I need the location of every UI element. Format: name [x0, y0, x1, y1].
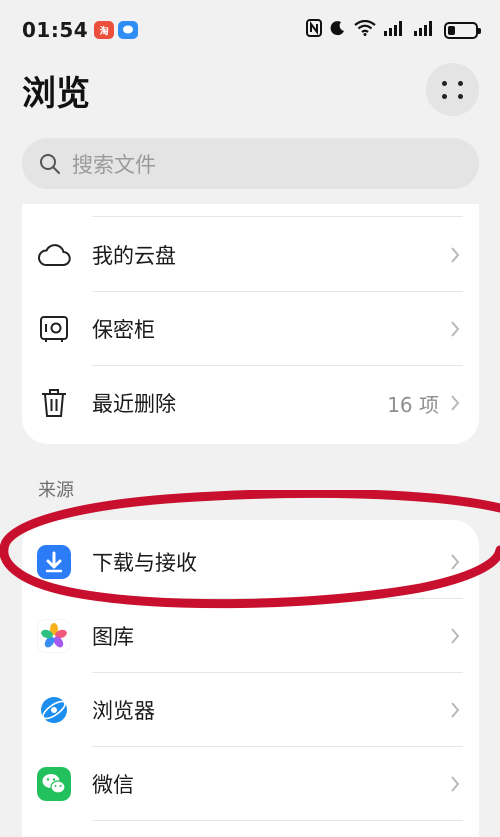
- sources-card: 下载与接收 图库 浏览器 微信: [22, 520, 479, 837]
- location-item-label: 我的云盘: [92, 244, 176, 268]
- location-item-recently-deleted[interactable]: 最近删除 16 项: [22, 366, 479, 440]
- location-item-label: 最近删除: [92, 392, 176, 416]
- chevron-right-icon: [451, 554, 460, 570]
- source-item-label: 浏览器: [92, 699, 155, 723]
- source-item-label: 微信: [92, 773, 134, 797]
- gallery-app-icon: [36, 618, 72, 654]
- source-item-label: 下载与接收: [92, 551, 197, 575]
- chevron-right-icon: [451, 247, 460, 263]
- signal-icon-1: [384, 20, 406, 40]
- sources-section-label: 来源: [38, 480, 74, 501]
- cloud-icon: [36, 237, 72, 273]
- chevron-right-icon: [451, 321, 460, 337]
- moon-icon: [330, 20, 346, 40]
- more-dot-icon: [457, 93, 463, 99]
- source-item-wechat[interactable]: 微信: [22, 747, 479, 821]
- location-item-safe[interactable]: 保密柜: [22, 292, 479, 366]
- chevron-right-icon: [451, 628, 460, 644]
- search-placeholder: 搜索文件: [72, 152, 156, 177]
- battery-icon: [444, 21, 481, 39]
- wifi-icon: [354, 19, 376, 40]
- source-item-browser[interactable]: 浏览器: [22, 673, 479, 747]
- more-dot-icon: [441, 93, 447, 99]
- source-item-gallery[interactable]: 图库: [22, 599, 479, 673]
- search-input[interactable]: 搜索文件: [22, 138, 479, 189]
- status-bar: 01:54 淘: [0, 0, 500, 60]
- message-notification-icon: [118, 21, 139, 39]
- location-item-cloud-drive[interactable]: 我的云盘: [22, 218, 479, 292]
- taobao-notification-icon: 淘: [94, 21, 115, 39]
- download-app-icon: [36, 544, 72, 580]
- page-title: 浏览: [22, 74, 90, 114]
- more-options-button[interactable]: [426, 63, 479, 116]
- chevron-right-icon: [451, 395, 460, 411]
- status-time: 01:54: [22, 18, 89, 42]
- safe-icon: [36, 311, 72, 347]
- trash-icon: [36, 385, 72, 421]
- divider: [92, 820, 463, 821]
- search-icon: [40, 153, 60, 174]
- nfc-icon: [306, 19, 322, 41]
- browser-app-icon: [36, 692, 72, 728]
- source-item-label: 图库: [92, 625, 134, 649]
- status-indicators: [306, 19, 481, 41]
- signal-icon-2: [414, 20, 436, 40]
- wechat-app-icon: [36, 766, 72, 802]
- locations-card: 我的云盘 保密柜 最近删除 16 项: [22, 204, 479, 444]
- more-dot-icon: [457, 80, 463, 86]
- item-count: 16 项: [387, 392, 439, 417]
- chevron-right-icon: [451, 702, 460, 718]
- chevron-right-icon: [451, 776, 460, 792]
- source-item-downloads[interactable]: 下载与接收: [22, 525, 479, 599]
- location-item-label: 保密柜: [92, 318, 155, 342]
- divider: [92, 216, 463, 217]
- more-dot-icon: [441, 80, 447, 86]
- battery-level: [448, 25, 455, 35]
